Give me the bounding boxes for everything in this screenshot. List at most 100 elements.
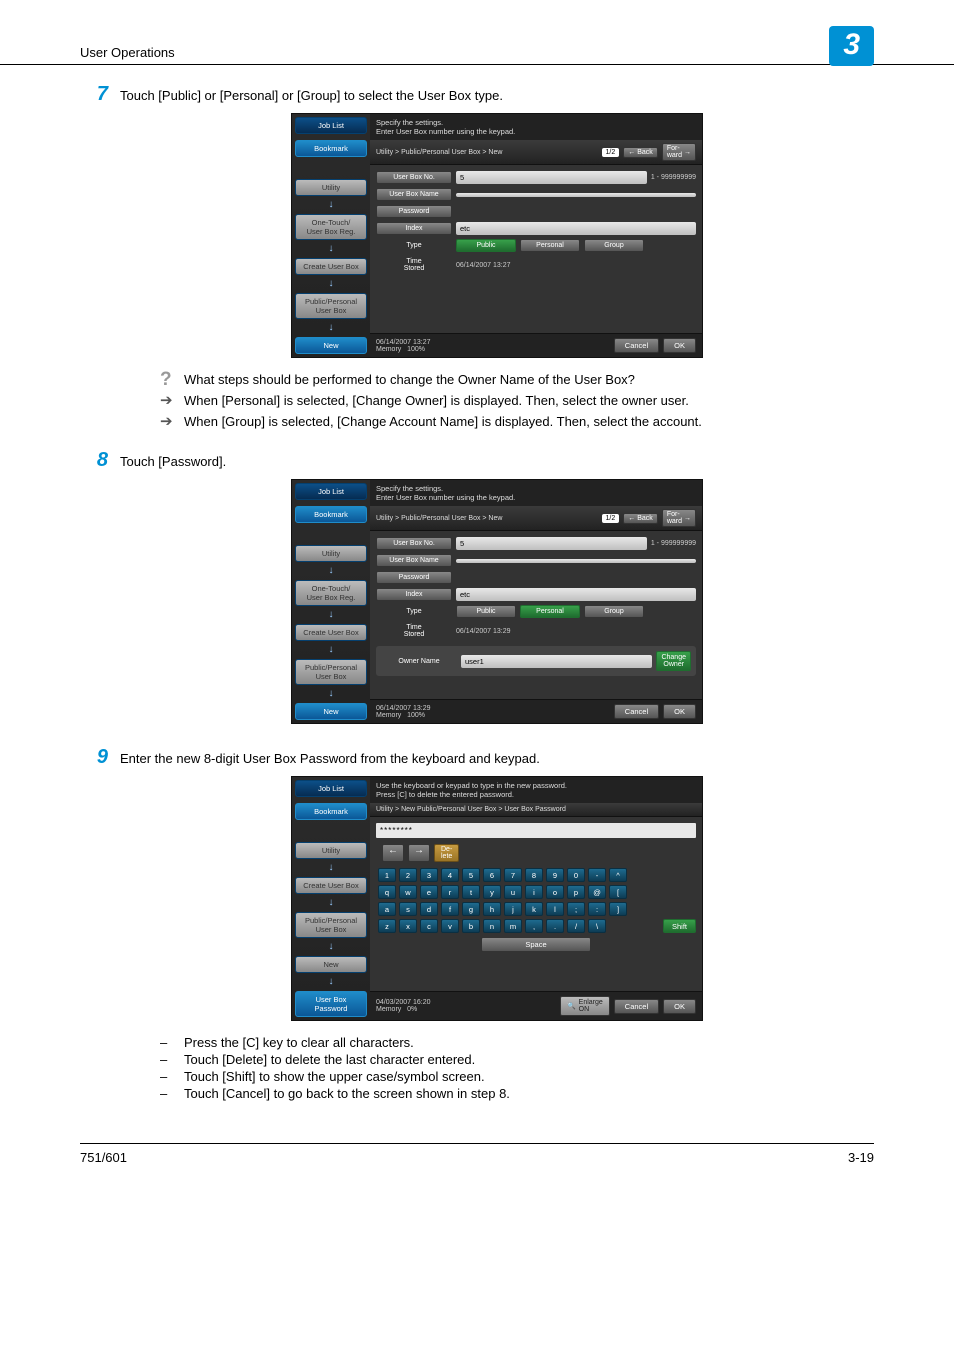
key-t[interactable]: t (462, 885, 480, 899)
back-button[interactable]: ← Back (623, 147, 658, 158)
enlarge-button[interactable]: 🔍Enlarge ON (560, 996, 610, 1016)
key-g[interactable]: g (462, 902, 480, 916)
key-][interactable]: ] (609, 902, 627, 916)
input-user-box-no[interactable]: 5 (456, 537, 647, 550)
input-user-box-name[interactable] (456, 559, 696, 563)
key-5[interactable]: 5 (462, 868, 480, 882)
cursor-right-key[interactable]: → (408, 844, 430, 862)
field-password[interactable]: Password (376, 571, 452, 584)
key-0[interactable]: 0 (567, 868, 585, 882)
key-7[interactable]: 7 (504, 868, 522, 882)
key-,[interactable]: , (525, 919, 543, 933)
nav-public-personal[interactable]: Public/Personal User Box (295, 659, 367, 685)
key-8[interactable]: 8 (525, 868, 543, 882)
nav-job-list[interactable]: Job List (295, 780, 367, 797)
key-i[interactable]: i (525, 885, 543, 899)
nav-user-box-password[interactable]: User Box Password (295, 991, 367, 1017)
key-s[interactable]: s (399, 902, 417, 916)
key-m[interactable]: m (504, 919, 522, 933)
key-f[interactable]: f (441, 902, 459, 916)
key-q[interactable]: q (378, 885, 396, 899)
key-x[interactable]: x (399, 919, 417, 933)
input-index[interactable]: etc (456, 222, 696, 235)
key-o[interactable]: o (546, 885, 564, 899)
ok-button[interactable]: OK (663, 704, 696, 719)
nav-public-personal[interactable]: Public/Personal User Box (295, 293, 367, 319)
key-2[interactable]: 2 (399, 868, 417, 882)
space-key[interactable]: Space (481, 937, 591, 952)
key-/[interactable]: / (567, 919, 585, 933)
key-k[interactable]: k (525, 902, 543, 916)
field-user-box-name[interactable]: User Box Name (376, 188, 452, 201)
key-3[interactable]: 3 (420, 868, 438, 882)
forward-button[interactable]: For- ward → (662, 509, 696, 527)
field-user-box-no[interactable]: User Box No. (376, 171, 452, 184)
key-.[interactable]: . (546, 919, 564, 933)
key-u[interactable]: u (504, 885, 522, 899)
input-user-box-no[interactable]: 5 (456, 171, 647, 184)
type-personal-button[interactable]: Personal (520, 605, 580, 618)
key-[[interactable]: [ (609, 885, 627, 899)
delete-key[interactable]: De- lete (434, 844, 459, 862)
key-@[interactable]: @ (588, 885, 606, 899)
type-personal-button[interactable]: Personal (520, 239, 580, 252)
nav-new[interactable]: New (295, 956, 367, 973)
nav-utility[interactable]: Utility (295, 545, 367, 562)
ok-button[interactable]: OK (663, 338, 696, 353)
nav-onetouch[interactable]: One-Touch/ User Box Reg. (295, 580, 367, 606)
key-d[interactable]: d (420, 902, 438, 916)
nav-job-list[interactable]: Job List (295, 117, 367, 134)
field-password[interactable]: Password (376, 205, 452, 218)
nav-create-user-box[interactable]: Create User Box (295, 258, 367, 275)
nav-bookmark[interactable]: Bookmark (295, 506, 367, 523)
nav-create-user-box[interactable]: Create User Box (295, 624, 367, 641)
key-4[interactable]: 4 (441, 868, 459, 882)
key-p[interactable]: p (567, 885, 585, 899)
nav-onetouch[interactable]: One-Touch/ User Box Reg. (295, 214, 367, 240)
forward-button[interactable]: For- ward → (662, 143, 696, 161)
nav-job-list[interactable]: Job List (295, 483, 367, 500)
ok-button[interactable]: OK (663, 999, 696, 1014)
shift-key[interactable]: Shift (663, 919, 696, 933)
type-group-button[interactable]: Group (584, 239, 644, 252)
key-^[interactable]: ^ (609, 868, 627, 882)
field-user-box-name[interactable]: User Box Name (376, 554, 452, 567)
key-:[interactable]: : (588, 902, 606, 916)
cancel-button[interactable]: Cancel (614, 999, 659, 1014)
back-button[interactable]: ← Back (623, 513, 658, 524)
input-user-box-name[interactable] (456, 193, 696, 197)
key-z[interactable]: z (378, 919, 396, 933)
key-1[interactable]: 1 (378, 868, 396, 882)
key-e[interactable]: e (420, 885, 438, 899)
key-y[interactable]: y (483, 885, 501, 899)
key-;[interactable]: ; (567, 902, 585, 916)
nav-utility[interactable]: Utility (295, 842, 367, 859)
nav-create-user-box[interactable]: Create User Box (295, 877, 367, 894)
change-owner-button[interactable]: Change Owner (656, 651, 691, 671)
cancel-button[interactable]: Cancel (614, 338, 659, 353)
nav-utility[interactable]: Utility (295, 179, 367, 196)
input-index[interactable]: etc (456, 588, 696, 601)
key-c[interactable]: c (420, 919, 438, 933)
key-w[interactable]: w (399, 885, 417, 899)
field-user-box-no[interactable]: User Box No. (376, 537, 452, 550)
nav-bookmark[interactable]: Bookmark (295, 803, 367, 820)
key-n[interactable]: n (483, 919, 501, 933)
key-a[interactable]: a (378, 902, 396, 916)
key-l[interactable]: l (546, 902, 564, 916)
key-j[interactable]: j (504, 902, 522, 916)
type-group-button[interactable]: Group (584, 605, 644, 618)
nav-bookmark[interactable]: Bookmark (295, 140, 367, 157)
key-b[interactable]: b (462, 919, 480, 933)
key-r[interactable]: r (441, 885, 459, 899)
cancel-button[interactable]: Cancel (614, 704, 659, 719)
key-\[interactable]: \ (588, 919, 606, 933)
key-6[interactable]: 6 (483, 868, 501, 882)
type-public-button[interactable]: Public (456, 239, 516, 252)
key-h[interactable]: h (483, 902, 501, 916)
nav-new[interactable]: New (295, 337, 367, 354)
key-v[interactable]: v (441, 919, 459, 933)
field-index[interactable]: Index (376, 588, 452, 601)
key--[interactable]: - (588, 868, 606, 882)
nav-new[interactable]: New (295, 703, 367, 720)
